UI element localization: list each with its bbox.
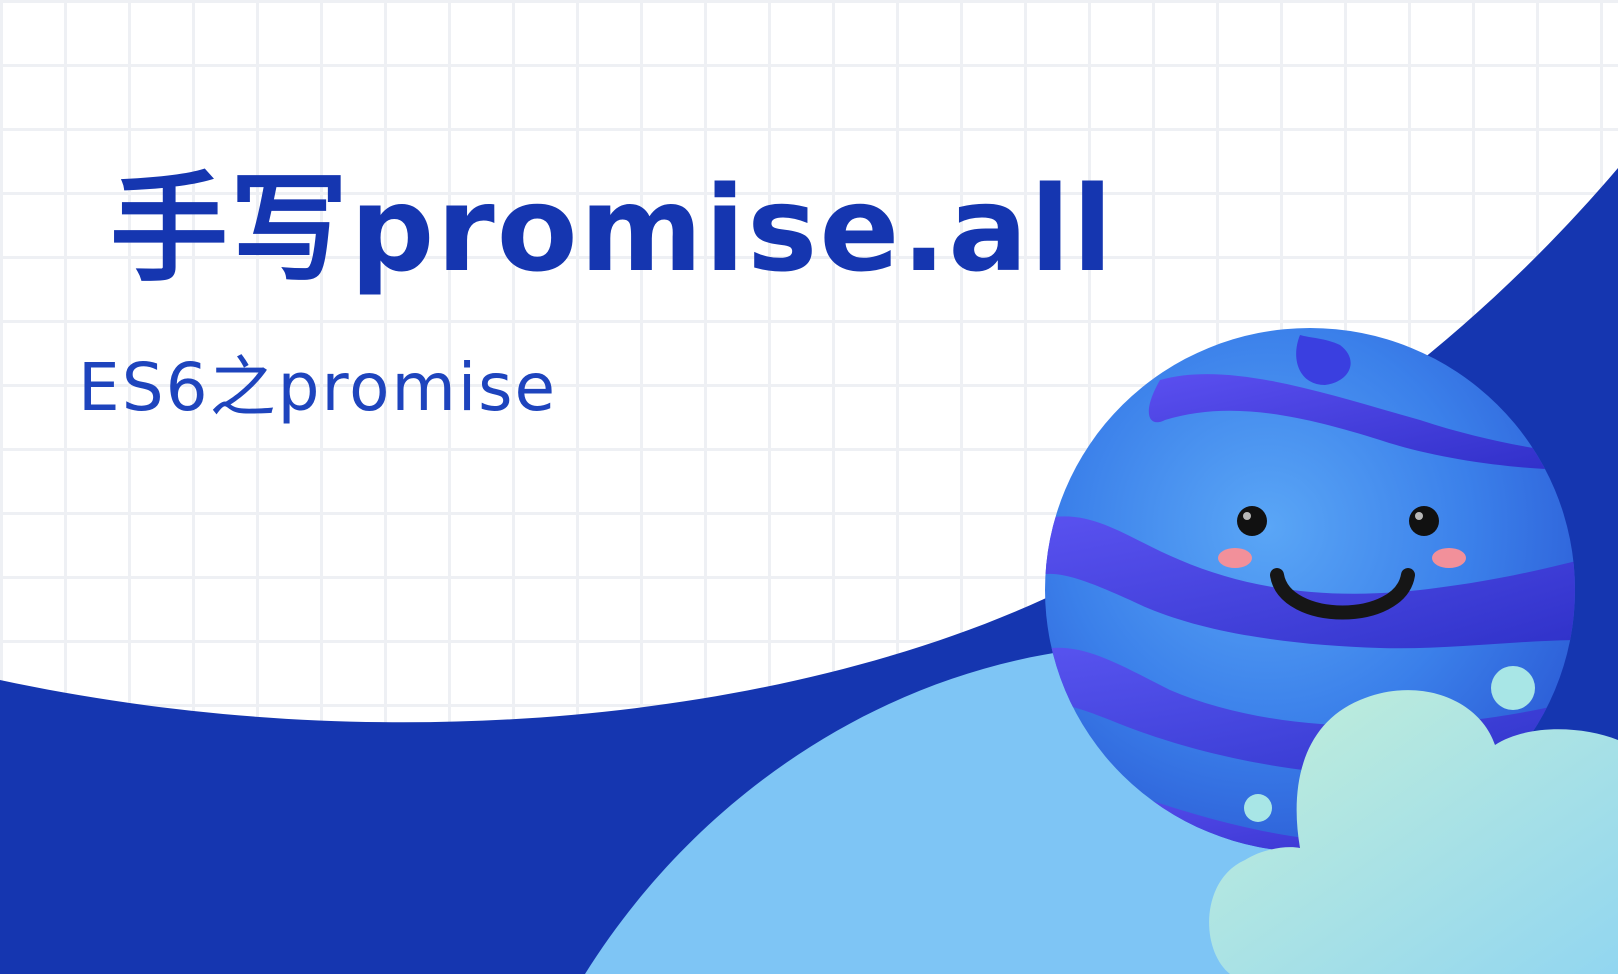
right-eye — [1409, 506, 1439, 536]
banner-canvas: 手写promise.all ES6之promise — [0, 0, 1618, 974]
left-cheek — [1218, 548, 1252, 568]
page-subtitle: ES6之promise — [78, 349, 558, 426]
left-eye — [1237, 506, 1267, 536]
background-waves — [0, 168, 1618, 974]
page-title: 手写promise.all — [110, 160, 1115, 298]
right-cheek — [1432, 548, 1466, 568]
